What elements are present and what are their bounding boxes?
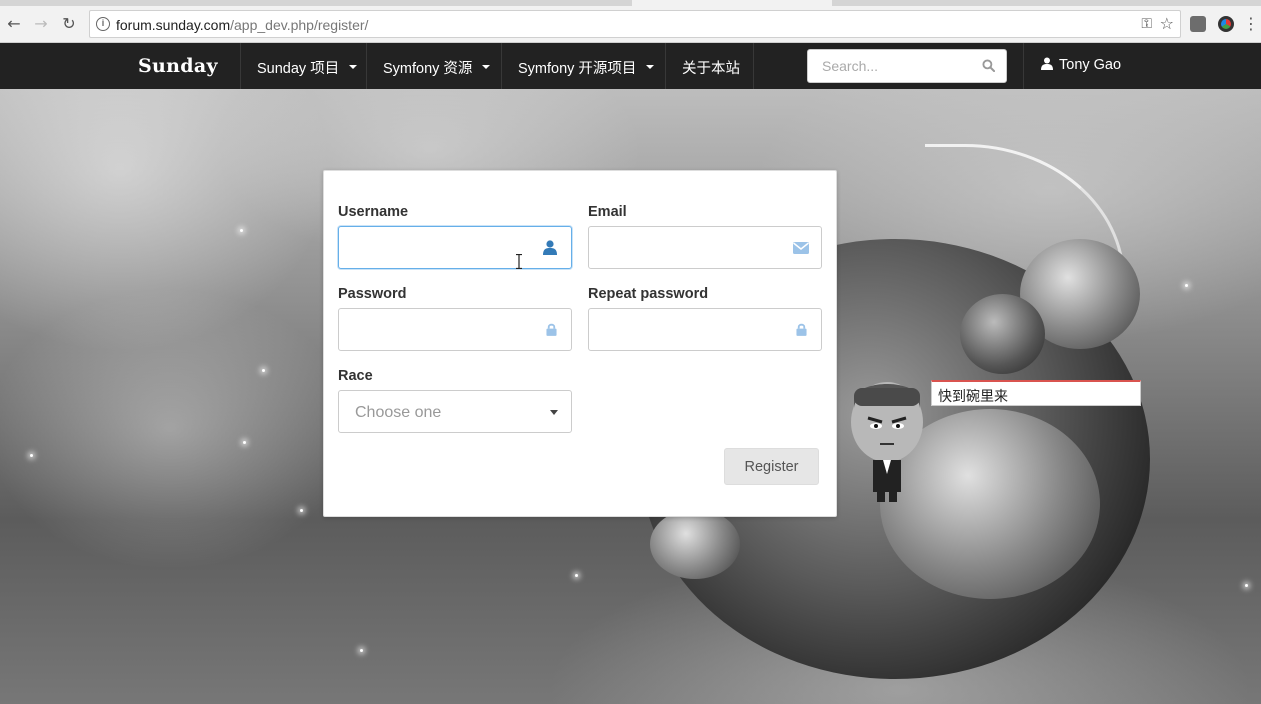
star-sparkle <box>575 574 578 577</box>
nav-item-label: Symfony 资源 <box>383 61 473 77</box>
star-icon[interactable]: ☆ <box>1160 14 1174 33</box>
user-icon <box>543 240 557 255</box>
email-field <box>588 226 822 269</box>
nav-item-sunday-projects[interactable]: Sunday 项目 <box>257 57 358 78</box>
username-input[interactable] <box>339 227 534 268</box>
star-sparkle <box>1185 284 1188 287</box>
nav-divider <box>501 43 502 89</box>
caret-down-icon <box>646 65 655 70</box>
nav-divider <box>1023 43 1024 89</box>
speech-bubble: 快到碗里来 <box>931 380 1141 406</box>
address-bar[interactable]: i forum.sunday.com/app_dev.php/register/… <box>89 10 1181 38</box>
user-icon <box>1041 57 1053 70</box>
url-text[interactable]: forum.sunday.com/app_dev.php/register/ <box>116 17 368 33</box>
envelope-icon <box>793 242 809 254</box>
mascot-character-icon <box>851 382 923 502</box>
race-select[interactable]: Choose one <box>338 390 572 433</box>
menu-icon[interactable]: ⋮ <box>1243 14 1259 34</box>
nav-item-label: Symfony 开源项目 <box>518 61 637 77</box>
password-input[interactable] <box>339 309 534 350</box>
star-sparkle <box>262 369 265 372</box>
nav-item-symfony-resources[interactable]: Symfony 资源 <box>383 57 491 78</box>
chrome-extension-icon[interactable] <box>1218 16 1234 32</box>
caret-down-icon <box>482 65 491 70</box>
nav-item-label: Sunday 项目 <box>257 61 340 77</box>
password-label: Password <box>338 286 407 302</box>
register-button[interactable]: Register <box>724 448 819 485</box>
race-label: Race <box>338 368 373 384</box>
search-input[interactable] <box>808 50 978 82</box>
star-sparkle <box>1245 584 1248 587</box>
nav-divider <box>665 43 666 89</box>
email-label: Email <box>588 204 627 220</box>
nav-divider <box>753 43 754 89</box>
user-name: Tony Gao <box>1059 57 1122 73</box>
browser-toolbar: ← → ↻ i forum.sunday.com/app_dev.php/reg… <box>0 6 1261 43</box>
race-select-value: Choose one <box>355 404 442 421</box>
nav-item-symfony-opensource[interactable]: Symfony 开源项目 <box>518 57 655 78</box>
nav-divider <box>240 43 241 89</box>
caret-down-icon <box>550 410 558 415</box>
star-sparkle <box>300 509 303 512</box>
url-path: /app_dev.php/register/ <box>230 17 369 33</box>
evernote-extension-icon[interactable] <box>1190 16 1206 32</box>
text-cursor-icon <box>516 254 522 269</box>
star-sparkle <box>240 229 243 232</box>
nav-divider <box>366 43 367 89</box>
lock-icon <box>546 323 557 336</box>
star-sparkle <box>30 454 33 457</box>
search-icon[interactable] <box>982 59 995 72</box>
username-field <box>338 226 572 269</box>
password-field <box>338 308 572 351</box>
site-navbar: Sunday Sunday 项目 Symfony 资源 Symfony 开源项目… <box>0 43 1261 89</box>
nav-item-label: 关于本站 <box>682 61 740 77</box>
tree-illustration <box>650 509 740 579</box>
brand-logo[interactable]: Sunday <box>138 55 218 77</box>
url-host: forum.sunday.com <box>116 17 231 33</box>
username-label: Username <box>338 204 409 220</box>
forward-icon[interactable]: → <box>31 14 51 34</box>
lock-icon <box>796 323 807 336</box>
back-icon[interactable]: ← <box>4 14 24 34</box>
reload-icon[interactable]: ↻ <box>59 14 79 34</box>
star-sparkle <box>243 441 246 444</box>
user-menu[interactable]: Tony Gao <box>1041 57 1121 73</box>
nav-item-about[interactable]: 关于本站 <box>682 57 740 78</box>
email-input[interactable] <box>589 227 784 268</box>
register-panel: Username Email Password Repeat password … <box>323 170 837 517</box>
repeat-password-label: Repeat password <box>588 286 709 302</box>
repeat-password-field <box>588 308 822 351</box>
rock-illustration <box>960 294 1045 374</box>
site-search <box>807 49 1007 83</box>
repeat-password-input[interactable] <box>589 309 784 350</box>
key-icon[interactable]: ⚿ <box>1141 16 1152 32</box>
caret-down-icon <box>349 65 358 70</box>
star-sparkle <box>360 649 363 652</box>
info-icon[interactable]: i <box>96 17 110 31</box>
